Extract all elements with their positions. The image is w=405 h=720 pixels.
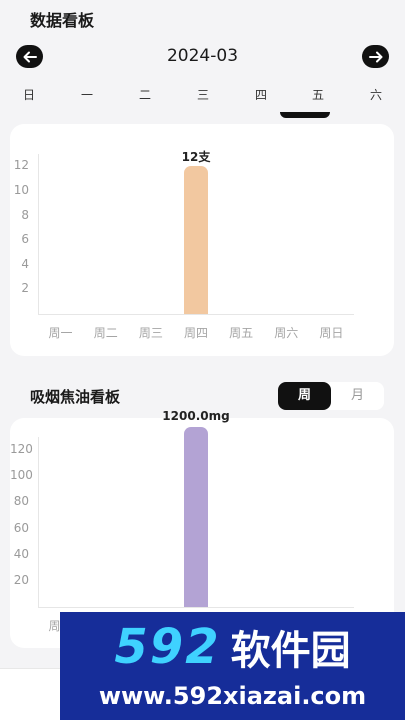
weekday-label: 六 xyxy=(369,88,382,102)
month-navigator: 2024-03 xyxy=(0,42,405,72)
page-title: 数据看板 xyxy=(30,11,95,30)
tab-week[interactable]: 周 xyxy=(278,382,331,410)
y-tick-label: 12 xyxy=(13,158,29,173)
tab-month[interactable]: 月 xyxy=(331,382,384,410)
period-toggle: 周 月 xyxy=(278,382,384,410)
arrow-right-icon[interactable] xyxy=(362,45,389,68)
month-label: 2024-03 xyxy=(166,46,239,66)
y-tick-label: 2 xyxy=(21,281,29,296)
x-tick-label: 周六 xyxy=(274,326,299,340)
weekday-header: 日 一 二 三 四 五 六 xyxy=(0,86,405,106)
weekday-label: 一 xyxy=(80,88,93,102)
bar[interactable] xyxy=(184,166,208,314)
x-tick-label: 周二 xyxy=(93,326,118,340)
weekday-label: 五 xyxy=(311,88,324,102)
y-tick-label: 100 xyxy=(10,468,33,483)
weekday-label: 日 xyxy=(22,88,35,102)
x-tick-label: 周四 xyxy=(183,326,208,340)
y-axis-line xyxy=(38,437,39,607)
cigarette-count-chart: 2 4 6 8 10 12 周一 周二 周三 周四 12支周五 周六 周日 xyxy=(10,124,394,356)
watermark-logo: 592 软件园 www.592xiazai.com xyxy=(60,612,405,720)
bar[interactable] xyxy=(184,427,208,607)
y-axis-line xyxy=(38,154,39,314)
x-axis-line xyxy=(38,314,354,315)
x-axis-line xyxy=(38,607,354,608)
calendar-handle[interactable] xyxy=(280,112,330,118)
weekday-label: 二 xyxy=(138,88,151,102)
watermark-url: www.592xiazai.com xyxy=(98,682,367,710)
y-tick-label: 40 xyxy=(13,546,29,561)
bar-value-label: 12支 xyxy=(181,150,211,165)
weekday-label: 四 xyxy=(254,88,267,102)
x-tick-label: 周五 xyxy=(229,326,254,340)
watermark-digits: 592 xyxy=(114,619,221,675)
y-tick-label: 6 xyxy=(21,232,29,247)
y-tick-label: 4 xyxy=(21,256,29,271)
watermark-text: 软件园 xyxy=(230,628,351,674)
y-tick-label: 120 xyxy=(10,442,33,457)
y-tick-label: 20 xyxy=(13,572,29,587)
y-tick-label: 8 xyxy=(21,207,29,222)
bar-value-label: 1200.0mg xyxy=(162,409,230,423)
y-tick-label: 60 xyxy=(13,520,29,535)
x-tick-label: 周一 xyxy=(48,326,73,340)
weekday-label: 三 xyxy=(196,88,209,102)
y-tick-label: 10 xyxy=(13,182,29,197)
x-tick-label: 周日 xyxy=(319,326,344,340)
section-title: 吸烟焦油看板 xyxy=(30,388,121,406)
x-tick-label: 周三 xyxy=(138,326,163,340)
y-tick-label: 80 xyxy=(13,494,29,509)
